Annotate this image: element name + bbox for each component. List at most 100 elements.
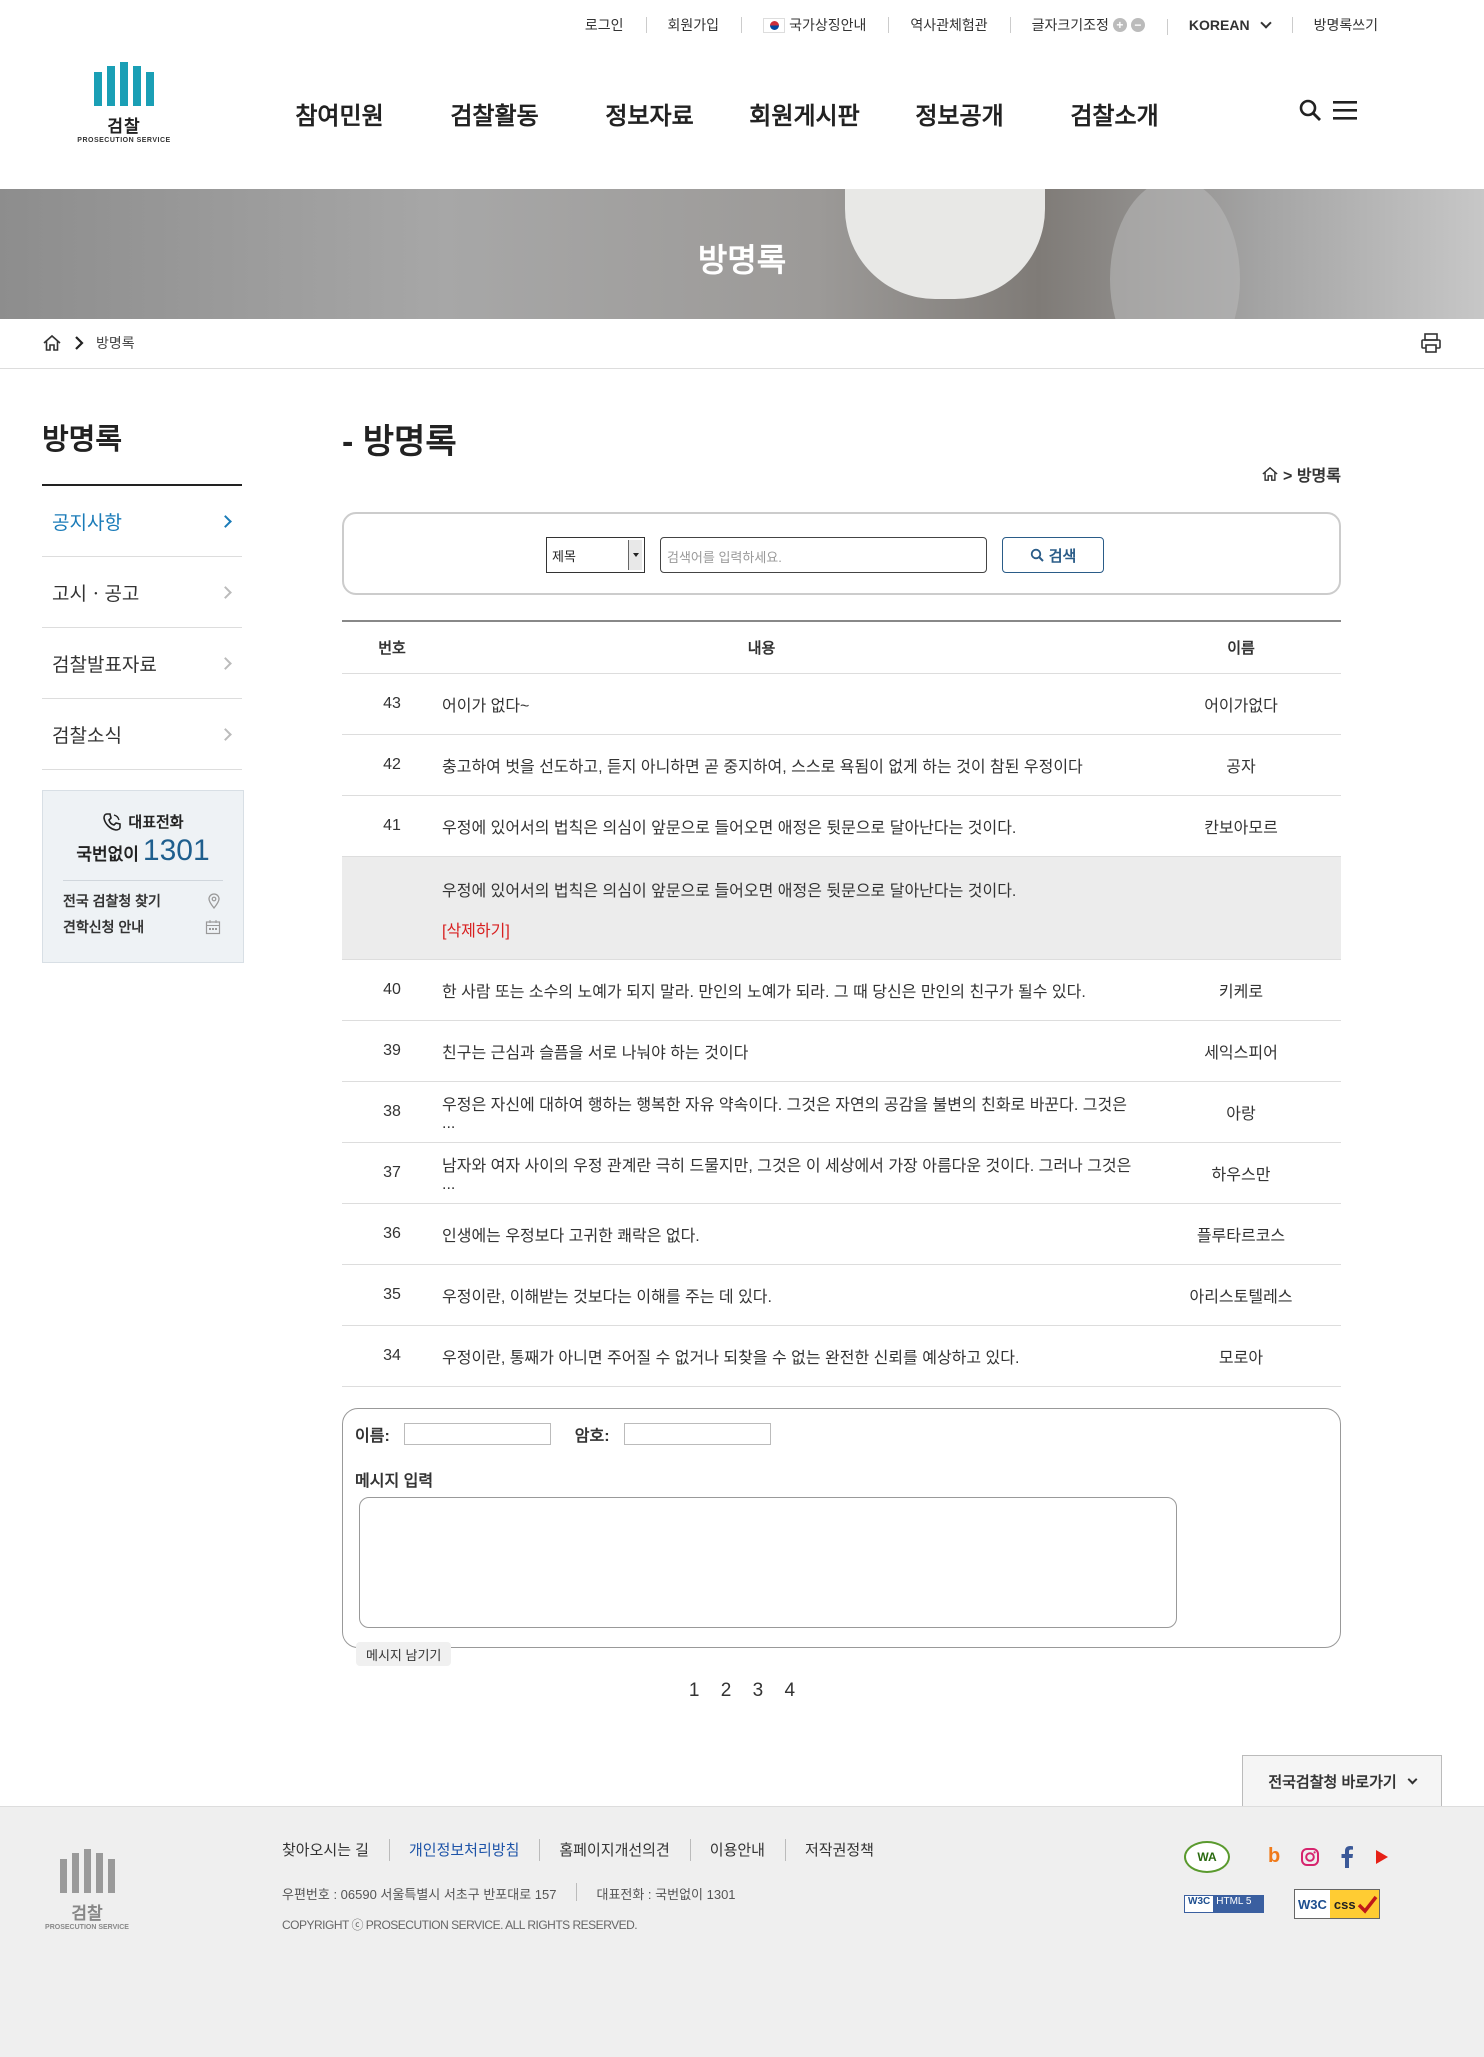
breadcrumb: 방명록 — [42, 333, 135, 353]
name-label: 이름: — [355, 1428, 390, 1445]
password-label: 암호: — [574, 1428, 610, 1445]
delete-link[interactable]: [삭제하기] — [442, 917, 1341, 941]
tour-link[interactable]: 견학신청 안내 — [43, 917, 243, 937]
nav-item-info[interactable]: 정보자료 — [572, 96, 727, 131]
find-office-link[interactable]: 전국 검찰청 찾기 — [43, 891, 243, 911]
utility-bar: 로그인 회원가입 국가상징안내 역사관체험관 글자크기조정 + − KOREAN… — [563, 14, 1378, 36]
home-icon[interactable] — [1261, 466, 1279, 482]
footer-logo: 검찰 PROSECUTION SERVICE — [42, 1849, 132, 1931]
row-content[interactable]: 남자와 여자 사이의 우정 관계란 극히 드물지만, 그것은 이 세상에서 가장… — [442, 1142, 1141, 1204]
table-row[interactable]: 41 우정에 있어서의 법칙은 의심이 앞문으로 들어오면 애정은 뒷문으로 달아… — [342, 795, 1341, 857]
history-link[interactable]: 역사관체험관 — [888, 15, 1009, 35]
instagram-icon[interactable] — [1300, 1847, 1320, 1867]
table-row[interactable]: 39 친구는 근심과 슬픔을 서로 나눠야 하는 것이다 세익스피어 — [342, 1020, 1341, 1082]
guestbook-write-link[interactable]: 방명록쓰기 — [1291, 15, 1378, 35]
table-row[interactable]: 37 남자와 여자 사이의 우정 관계란 극히 드물지만, 그것은 이 세상에서 … — [342, 1142, 1341, 1204]
table-row[interactable]: 34 우정이란, 통째가 아니면 주어질 수 없거나 되찾을 수 없는 완전한 신… — [342, 1325, 1341, 1387]
side-item-press[interactable]: 검찰발표자료 — [42, 628, 242, 699]
row-content[interactable]: 친구는 근심과 슬픔을 서로 나눠야 하는 것이다 — [442, 1020, 1141, 1082]
page-link[interactable]: 3 — [753, 1680, 764, 1702]
row-content[interactable]: 우정이란, 통째가 아니면 주어질 수 없거나 되찾을 수 없는 완전한 신뢰를… — [442, 1325, 1141, 1387]
contact-number: 1301 — [142, 834, 210, 867]
table-row[interactable]: 35 우정이란, 이해받는 것보다는 이해를 주는 데 있다. 아리스토텔레스 — [342, 1264, 1341, 1326]
join-link[interactable]: 회원가입 — [645, 15, 742, 35]
footer-address: 우편번호 : 06590 서울특별시 서초구 반포대로 157 대표전화 : 국… — [282, 1883, 756, 1903]
row-content[interactable]: 한 사람 또는 소수의 노예가 되지 말라. 만인의 노예가 되라. 그 때 당… — [442, 959, 1141, 1021]
row-content[interactable]: 인생에는 우정보다 고귀한 쾌락은 없다. — [442, 1203, 1141, 1265]
side-item-label: 고시ㆍ공고 — [52, 583, 140, 605]
pagination: 1 2 3 4 — [0, 1680, 1484, 1702]
table-row[interactable]: 40 한 사람 또는 소수의 노예가 되지 말라. 만인의 노예가 되라. 그 때… — [342, 959, 1341, 1021]
font-plus-button[interactable]: + — [1112, 18, 1127, 32]
write-form: 이름: 암호: 메시지 입력 — [342, 1408, 1341, 1648]
chevron-right-icon — [219, 727, 232, 741]
row-content[interactable]: 우정에 있어서의 법칙은 의심이 앞문으로 들어오면 애정은 뒷문으로 달아난다… — [442, 795, 1141, 857]
chevron-down-icon — [1259, 17, 1272, 29]
row-number: 34 — [342, 1325, 442, 1387]
table-row[interactable]: 36 인생에는 우정보다 고귀한 쾌락은 없다. 플루타르코스 — [342, 1203, 1341, 1265]
language-select[interactable]: KOREAN — [1166, 17, 1292, 35]
nav-item-about[interactable]: 검찰소개 — [1037, 96, 1192, 131]
search-button[interactable]: 검색 — [1002, 537, 1104, 573]
w3c-html-label: HTML 5 — [1213, 1896, 1263, 1912]
search-field-select[interactable]: 제목 — [546, 537, 645, 573]
table-row[interactable]: 43 어이가 없다~ 어이가없다 — [342, 673, 1341, 735]
font-minus-button[interactable]: − — [1130, 18, 1145, 32]
w3c-html-mark: W3C — [1185, 1896, 1214, 1912]
side-item-label: 공지사항 — [52, 512, 122, 534]
chevron-right-icon — [219, 656, 232, 670]
row-content[interactable]: 우정이란, 이해받는 것보다는 이해를 주는 데 있다. — [442, 1264, 1141, 1326]
footer-link-feedback[interactable]: 홈페이지개선의견 — [539, 1839, 689, 1861]
search-button-label: 검색 — [1048, 547, 1077, 565]
chevron-right-icon — [219, 514, 232, 528]
footer-link-copyright[interactable]: 저작권정책 — [784, 1839, 894, 1861]
footer-address-text: 우편번호 : 06590 서울특별시 서초구 반포대로 157 — [282, 1887, 557, 1902]
site-logo[interactable]: 검찰 PROSECUTION SERVICE — [76, 62, 172, 144]
nav-item-disclosure[interactable]: 정보공개 — [882, 96, 1037, 131]
w3c-html-badge[interactable]: W3C HTML 5 — [1184, 1895, 1264, 1913]
logo-subtext: PROSECUTION SERVICE — [77, 137, 171, 144]
page-link[interactable]: 1 — [689, 1680, 700, 1702]
page-link[interactable]: 2 — [721, 1680, 732, 1702]
web-accessibility-badge[interactable]: WA — [1184, 1841, 1230, 1873]
row-content[interactable]: 충고하여 벗을 선도하고, 듣지 아니하면 곧 중지하여, 스스로 욕됨이 없게… — [442, 734, 1141, 796]
side-item-news[interactable]: 검찰소식 — [42, 699, 242, 770]
search-select-value: 제목 — [552, 549, 576, 564]
facebook-icon[interactable] — [1340, 1845, 1354, 1868]
home-icon[interactable] — [42, 334, 62, 352]
submit-message-button[interactable]: 메시지 남기기 — [356, 1642, 452, 1666]
search-icon[interactable] — [1298, 98, 1322, 122]
location-bar: 방명록 — [0, 319, 1484, 369]
tour-label: 견학신청 안내 — [63, 919, 145, 935]
message-textarea[interactable] — [359, 1497, 1177, 1628]
name-field[interactable] — [403, 1423, 551, 1445]
youtube-icon[interactable] — [1374, 1848, 1390, 1866]
footer-link-guide[interactable]: 이용안내 — [689, 1839, 785, 1861]
row-content[interactable]: 우정은 자신에 대하여 행하는 행복한 자유 약속이다. 그것은 자연의 공감을… — [442, 1081, 1141, 1143]
menu-icon[interactable] — [1332, 99, 1358, 121]
nav-item-civil[interactable]: 참여민원 — [262, 96, 417, 131]
password-field[interactable] — [623, 1423, 771, 1445]
nav-item-activity[interactable]: 검찰활동 — [417, 96, 572, 131]
footer: 검찰 PROSECUTION SERVICE 찾아오시는 길 개인정보처리방침 … — [0, 1806, 1484, 2057]
page-link[interactable]: 4 — [785, 1680, 796, 1702]
side-item-notice[interactable]: 공지사항 — [42, 486, 242, 557]
footer-link-directions[interactable]: 찾아오시는 길 — [282, 1839, 389, 1860]
search-box: 제목 검색어를 입력하세요. 검색 — [342, 512, 1341, 595]
row-author: 세익스피어 — [1141, 1020, 1341, 1082]
side-item-label: 검찰소식 — [52, 725, 122, 747]
login-link[interactable]: 로그인 — [563, 15, 646, 35]
print-icon[interactable] — [1420, 332, 1442, 354]
side-item-announcement[interactable]: 고시ㆍ공고 — [42, 557, 242, 628]
table-row[interactable]: 42 충고하여 벗을 선도하고, 듣지 아니하면 곧 중지하여, 스스로 욕됨이 … — [342, 734, 1341, 796]
blog-icon[interactable]: b — [1268, 1845, 1280, 1868]
row-content[interactable]: 어이가 없다~ — [442, 673, 1141, 735]
table-row[interactable]: 38 우정은 자신에 대하여 행하는 행복한 자유 약속이다. 그것은 자연의 공… — [342, 1081, 1341, 1143]
symbol-link[interactable]: 국가상징안내 — [741, 15, 888, 35]
footer-link-privacy[interactable]: 개인정보처리방침 — [388, 1839, 539, 1861]
office-shortcut-button[interactable]: 전국검찰청 바로가기 — [1242, 1755, 1442, 1807]
w3c-css-badge[interactable]: W3C css — [1294, 1889, 1380, 1919]
side-menu-title: 방명록 — [42, 416, 242, 486]
search-input[interactable]: 검색어를 입력하세요. — [660, 537, 987, 573]
nav-item-board[interactable]: 회원게시판 — [727, 96, 882, 131]
